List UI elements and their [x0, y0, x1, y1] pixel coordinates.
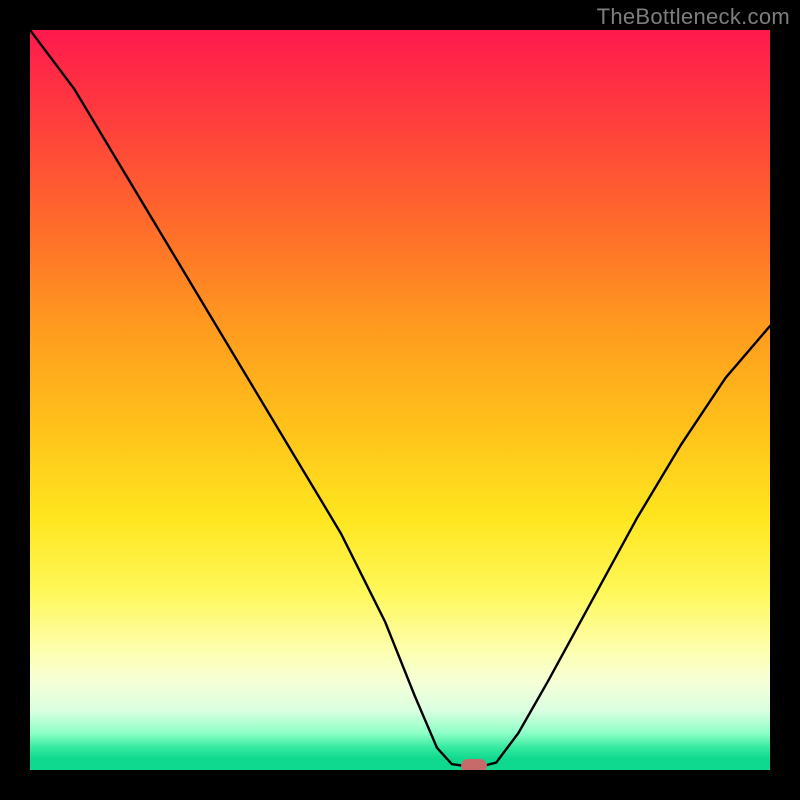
- watermark-text: TheBottleneck.com: [597, 4, 790, 30]
- curve-layer: [30, 30, 770, 770]
- chart-frame: TheBottleneck.com: [0, 0, 800, 800]
- optimal-point-marker: [461, 759, 487, 770]
- plot-area: [30, 30, 770, 770]
- bottleneck-curve: [30, 30, 770, 766]
